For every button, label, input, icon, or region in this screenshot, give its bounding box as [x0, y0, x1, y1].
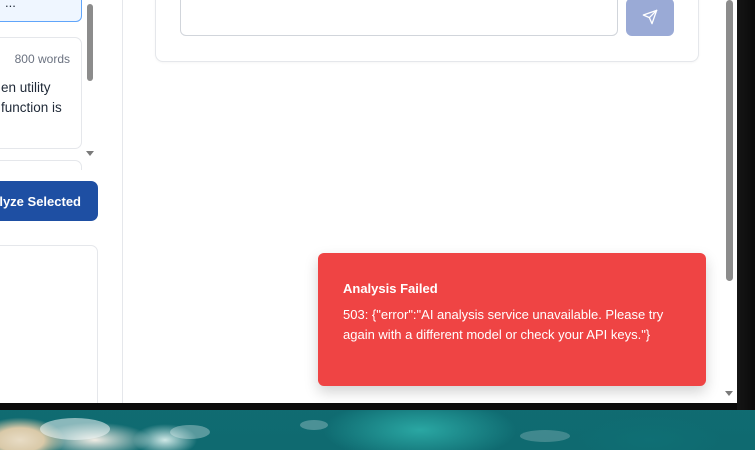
wallpaper-wave	[40, 418, 110, 440]
toast-message: 503: {"error":"AI analysis service unava…	[343, 307, 664, 342]
document-card[interactable]	[0, 160, 82, 170]
send-icon	[642, 9, 658, 25]
wallpaper-wave	[170, 425, 210, 439]
document-word-count: 800 words	[14, 52, 70, 66]
wallpaper-wave	[300, 420, 328, 430]
main-scroll-thumb[interactable]	[726, 0, 733, 281]
selected-document-chip-label: ...	[5, 0, 16, 10]
scroll-down-arrow-icon[interactable]	[86, 151, 94, 156]
app-window: ... 800 words en utility function is lyz…	[0, 0, 737, 403]
analyze-selected-button[interactable]: lyze Selected	[0, 181, 98, 221]
analyze-selected-label: lyze Selected	[0, 193, 81, 209]
toast-title: Analysis Failed	[343, 281, 438, 296]
window-bottom-border	[0, 403, 737, 410]
analysis-results-panel	[0, 245, 98, 403]
window-right-border	[737, 0, 755, 410]
document-card[interactable]: 800 words en utility function is	[0, 37, 82, 149]
error-toast[interactable]: Analysis Failed 503: {"error":"AI analys…	[318, 253, 706, 386]
chat-message-input[interactable]	[180, 0, 618, 36]
send-button[interactable]	[626, 0, 674, 36]
wallpaper-wave	[520, 430, 570, 442]
main-scroll-down-arrow-icon[interactable]	[725, 391, 733, 396]
document-sidebar: ... 800 words en utility function is lyz…	[0, 0, 123, 403]
document-preview-text: en utility function is	[1, 80, 62, 115]
selected-document-chip[interactable]: ...	[0, 0, 82, 22]
document-list-scroll-thumb[interactable]	[87, 4, 93, 81]
